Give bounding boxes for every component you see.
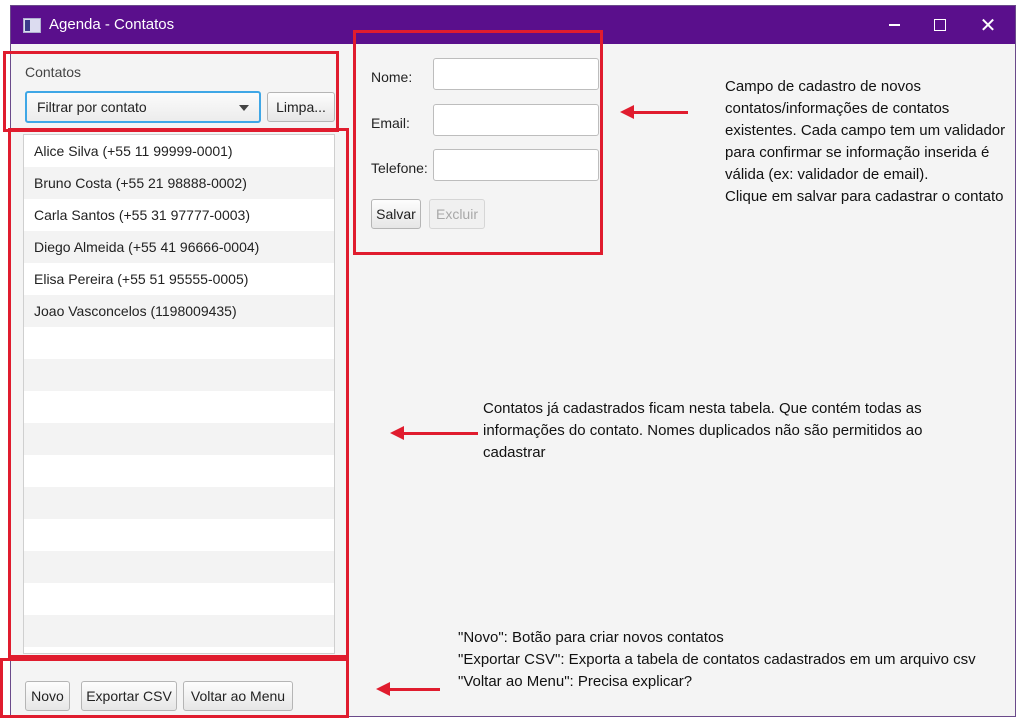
maximize-button[interactable] xyxy=(917,6,963,44)
close-icon: ✕ xyxy=(979,14,997,37)
maximize-icon xyxy=(934,19,946,31)
form-annotation: Campo de cadastro de novos contatos/info… xyxy=(725,78,1006,205)
buttons-annotation: "Novo": Botão para criar novos contatos … xyxy=(458,629,976,690)
form-highlight-box xyxy=(353,30,603,255)
minimize-button[interactable] xyxy=(871,6,917,44)
close-button[interactable]: ✕ xyxy=(965,6,1011,44)
arrow-left-icon xyxy=(390,426,478,440)
window-title: Agenda - Contatos xyxy=(49,16,175,33)
app-icon xyxy=(23,18,41,33)
arrow-left-icon xyxy=(620,105,688,119)
table-annotation: Contatos já cadastrados ficam nesta tabe… xyxy=(483,400,923,461)
table-highlight-box xyxy=(8,128,349,658)
buttons-highlight-box xyxy=(0,658,349,718)
filter-highlight-box xyxy=(3,51,339,132)
arrow-left-icon xyxy=(376,682,440,696)
minimize-icon xyxy=(888,24,900,26)
